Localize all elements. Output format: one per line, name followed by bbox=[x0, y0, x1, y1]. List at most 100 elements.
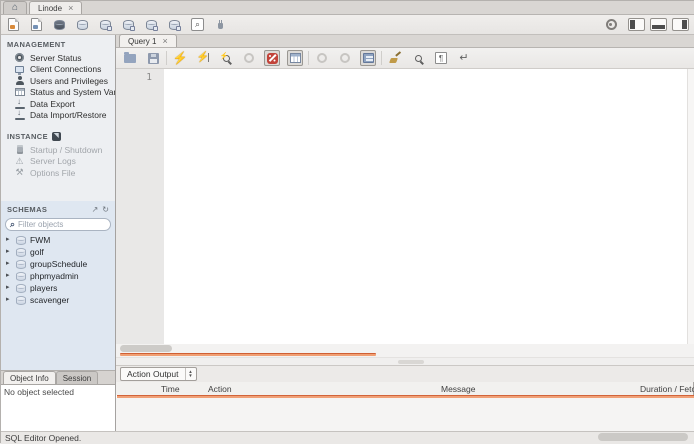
new-sql-tab-icon bbox=[8, 18, 19, 31]
refresh-schemas-icon[interactable]: ↻ bbox=[100, 205, 111, 214]
sidebar-item-users-privileges[interactable]: Users and Privileges bbox=[1, 75, 115, 87]
output-splitter[interactable] bbox=[116, 357, 694, 365]
column-message[interactable]: Message bbox=[441, 384, 476, 394]
sidebar-item-label: Startup / Shutdown bbox=[30, 144, 103, 155]
find-button[interactable] bbox=[410, 50, 426, 66]
output-view-selector[interactable]: Action Output ▲ ▼ bbox=[120, 367, 197, 381]
schema-filter-box[interactable]: ⌕ bbox=[5, 218, 111, 231]
schema-icon bbox=[16, 259, 26, 269]
execute-button[interactable]: ⚡ bbox=[172, 50, 188, 66]
output-list-area[interactable] bbox=[116, 398, 694, 431]
sidebar-item-label: Users and Privileges bbox=[30, 75, 108, 86]
sidebar-item-startup-shutdown[interactable]: Startup / Shutdown bbox=[1, 144, 115, 156]
expander-icon[interactable]: ▸ bbox=[6, 272, 12, 280]
pilcrow-icon: ¶ bbox=[435, 52, 447, 64]
expander-icon[interactable]: ▸ bbox=[6, 260, 12, 268]
create-view-button[interactable] bbox=[97, 17, 114, 33]
expander-icon[interactable]: ▸ bbox=[6, 248, 12, 256]
left-panel-icon bbox=[630, 20, 635, 29]
column-action[interactable]: Action bbox=[208, 384, 232, 394]
activity-indicator-icon bbox=[606, 19, 617, 30]
schema-item-fwm[interactable]: ▸ FWM bbox=[1, 234, 115, 246]
create-table-button[interactable] bbox=[74, 17, 91, 33]
toggle-output-area-button[interactable] bbox=[650, 18, 667, 31]
sidebar-item-server-logs[interactable]: ⚠ Server Logs bbox=[1, 156, 115, 168]
stepper-icons[interactable]: ▲ ▼ bbox=[184, 368, 196, 380]
schema-filter-input[interactable] bbox=[18, 220, 99, 229]
expander-icon[interactable]: ▸ bbox=[6, 296, 12, 304]
connection-tab[interactable]: Linode × bbox=[29, 1, 83, 14]
toggle-left-sidebar-button[interactable] bbox=[628, 18, 645, 31]
create-function-icon bbox=[146, 19, 158, 31]
explain-button[interactable]: ⚡ bbox=[218, 50, 234, 66]
commit-button[interactable] bbox=[314, 50, 330, 66]
schema-icon bbox=[16, 235, 26, 245]
beautify-button[interactable] bbox=[387, 50, 403, 66]
sidebar-item-server-status[interactable]: Server Status bbox=[1, 52, 115, 64]
rollback-button[interactable] bbox=[337, 50, 353, 66]
create-schema-icon bbox=[54, 19, 65, 30]
editor-vertical-scrollbar[interactable] bbox=[687, 69, 694, 344]
output-panel-bar: Action Output ▲ ▼ bbox=[116, 365, 694, 382]
create-event-button[interactable] bbox=[166, 17, 183, 33]
sidebar-item-options-file[interactable]: ⚒ Options File bbox=[1, 167, 115, 179]
new-sql-tab-button[interactable] bbox=[5, 17, 22, 33]
schema-item-phpmyadmin[interactable]: ▸ phpmyadmin bbox=[1, 270, 115, 282]
limit-rows-button[interactable] bbox=[287, 50, 303, 66]
code-editor[interactable]: 1 bbox=[116, 69, 694, 344]
import-tray-icon bbox=[14, 108, 25, 121]
output-hscroll-thumb[interactable] bbox=[598, 433, 688, 441]
schema-label: players bbox=[30, 283, 58, 293]
create-procedure-icon bbox=[123, 19, 135, 31]
step-down-icon: ▼ bbox=[188, 373, 193, 378]
editor-hscroll-track[interactable] bbox=[116, 344, 694, 353]
reconnect-dbms-button[interactable] bbox=[212, 17, 229, 33]
open-file-button[interactable] bbox=[122, 50, 138, 66]
toggle-stop-on-error-button[interactable] bbox=[264, 50, 280, 66]
line-number: 1 bbox=[146, 72, 152, 83]
code-area[interactable] bbox=[164, 69, 687, 344]
sidebar-item-client-connections[interactable]: Client Connections bbox=[1, 64, 115, 76]
create-procedure-button[interactable] bbox=[120, 17, 137, 33]
connection-tab-label: Linode bbox=[38, 3, 63, 13]
toolbar-separator bbox=[308, 51, 309, 65]
home-tab[interactable]: ⌂ bbox=[3, 1, 28, 14]
sidebar-item-data-import-restore[interactable]: Data Import/Restore bbox=[1, 108, 115, 122]
editor-hscroll-thumb[interactable] bbox=[120, 345, 172, 352]
column-time[interactable]: Time bbox=[161, 384, 180, 394]
create-table-icon bbox=[77, 19, 88, 30]
expand-panel-icon[interactable]: ↗ bbox=[90, 205, 101, 214]
schema-item-groupschedule[interactable]: ▸ groupSchedule bbox=[1, 258, 115, 270]
open-sql-script-button[interactable] bbox=[28, 17, 45, 33]
schemas-section-title: SCHEMAS bbox=[7, 205, 48, 214]
sidebar-item-label: Status and System Variables bbox=[30, 87, 115, 98]
main-toolbar: ⌕ bbox=[1, 15, 694, 35]
schema-item-golf[interactable]: ▸ golf bbox=[1, 246, 115, 258]
toggle-autocommit-button[interactable] bbox=[360, 50, 376, 66]
schema-item-players[interactable]: ▸ players bbox=[1, 282, 115, 294]
tab-session[interactable]: Session bbox=[55, 371, 99, 384]
show-invisibles-button[interactable]: ¶ bbox=[433, 50, 449, 66]
wrap-text-button[interactable]: ↵ bbox=[456, 50, 472, 66]
close-icon[interactable]: × bbox=[162, 36, 167, 46]
column-duration-fetch[interactable]: Duration / Fetch bbox=[640, 384, 694, 394]
create-function-button[interactable] bbox=[143, 17, 160, 33]
schema-item-scavenger[interactable]: ▸ scavenger bbox=[1, 294, 115, 306]
save-button[interactable] bbox=[145, 50, 161, 66]
stop-button[interactable] bbox=[241, 50, 257, 66]
close-icon[interactable]: × bbox=[68, 3, 73, 13]
search-table-data-button[interactable]: ⌕ bbox=[189, 17, 206, 33]
create-schema-button[interactable] bbox=[51, 17, 68, 33]
expander-icon[interactable]: ▸ bbox=[6, 284, 12, 292]
toggle-right-sidebar-button[interactable] bbox=[672, 18, 689, 31]
status-bar: SQL Editor Opened. bbox=[1, 431, 694, 444]
splitter-grip[interactable] bbox=[398, 360, 424, 364]
expander-icon[interactable]: ▸ bbox=[6, 236, 12, 244]
gauge-icon bbox=[14, 52, 25, 63]
tab-object-info[interactable]: Object Info bbox=[3, 371, 56, 384]
editor-orange-scroll-thumb[interactable] bbox=[120, 353, 376, 356]
sidebar-item-label: Server Logs bbox=[30, 156, 76, 167]
execute-current-button[interactable]: ⚡ bbox=[195, 50, 211, 66]
editor-toolbar: ⚡ ⚡ ⚡ ¶ ↵ bbox=[116, 48, 694, 69]
query-tab[interactable]: Query 1 × bbox=[119, 34, 177, 47]
